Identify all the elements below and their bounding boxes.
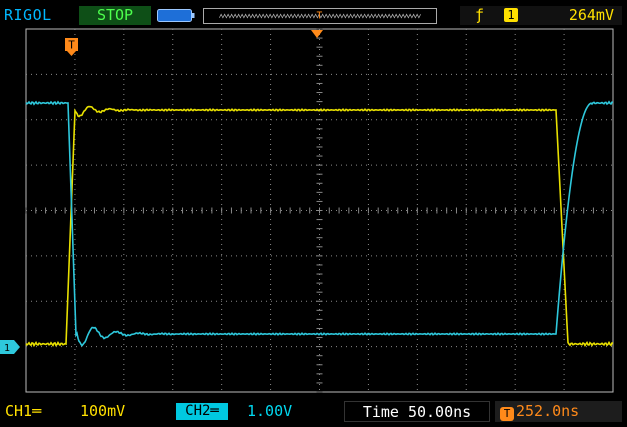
trigger-offset[interactable]: T 252.0ns — [495, 401, 622, 422]
ch1-ground-marker[interactable]: 1 — [0, 340, 20, 354]
waveform-display[interactable]: T 1 — [0, 0, 627, 427]
trigger-offset-icon: T — [500, 407, 514, 421]
ch2-label[interactable]: CH2═ — [176, 403, 228, 420]
ch1-label[interactable]: CH1═ — [5, 401, 41, 422]
trigger-point-label: T — [68, 39, 75, 52]
ch1-scale: 100mV — [80, 402, 126, 420]
trigger-offset-value: 252.0ns — [516, 402, 580, 420]
timebase[interactable]: Time 50.00ns — [344, 401, 490, 422]
trigger-position-marker[interactable] — [311, 30, 323, 38]
ch2-scale: 1.00V — [247, 402, 293, 420]
graticule-grid — [25, 28, 614, 393]
ch1-ground-label: 1 — [4, 343, 10, 354]
trigger-point-marker: T — [65, 38, 78, 56]
oscilloscope-screen: RIGOL STOP T ƒ 1 264mV T 1 CH1═ 100mV CH — [0, 0, 627, 427]
